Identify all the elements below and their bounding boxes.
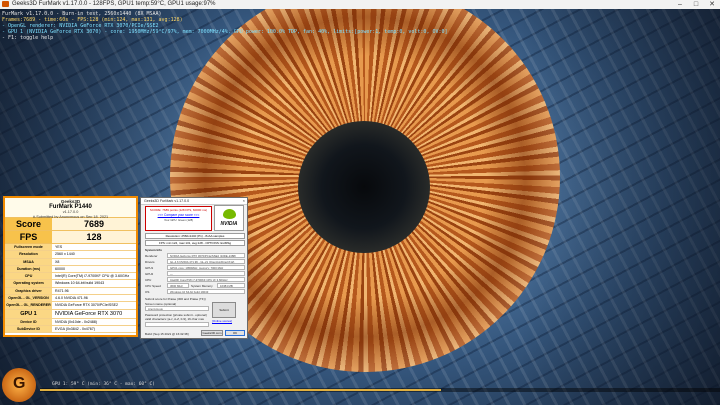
score-row: Score 7689 — [5, 218, 136, 231]
your-gpu-line: Your GPU: Green (128) — [163, 218, 194, 222]
info-row: OpenGL - GL_VERSION 4.6.0 NVIDIA 471.96 — [5, 295, 136, 303]
submit-score-text: Submit score for Praise (300 and Praise … — [145, 297, 206, 301]
fps-label: FPS — [5, 231, 52, 243]
info-key: SubDevice ID — [5, 325, 52, 333]
maximize-icon[interactable]: □ — [688, 0, 704, 9]
info-value: YES — [55, 245, 63, 249]
fur-donut-center — [298, 121, 430, 253]
gpu1-label: GPU1 — [145, 266, 154, 270]
gpu-key: GPU 1 — [5, 309, 52, 318]
info-row: Device ID NVIDIA (0x10de - 0x2488) — [5, 318, 136, 326]
gpu1-field: GPU1 core: 1950MHz, memory: 7000 MHz — [167, 265, 245, 270]
score-panel: Geeks3D FurMark P1440 v1.17.0.0 #-Submit… — [3, 196, 138, 337]
fps-value: 128 — [52, 231, 136, 243]
gpu2-field: — — [167, 271, 245, 276]
score-summary-box: SCORE: 7689 points (128 FPS, 60000 ms) >… — [145, 206, 212, 231]
drivers-label: Drivers — [145, 260, 155, 264]
info-row: Resolution 2560 x 1440 — [5, 251, 136, 259]
info-row: MSAA X8 — [5, 258, 136, 266]
minimize-icon[interactable]: – — [672, 0, 688, 9]
nvidia-eye-icon — [223, 209, 236, 219]
info-value: R471.96 — [55, 288, 69, 293]
info-value: EVGA (0x3842 - 0x4767) — [55, 326, 95, 331]
info-key: Device ID — [5, 318, 52, 325]
score-panel-header: Geeks3D FurMark P1440 v1.17.0.0 #-Submit… — [5, 198, 136, 219]
nvidia-logo: NVIDIA — [214, 205, 244, 231]
info-key: OpenGL - GL_RENDERER — [5, 302, 52, 309]
info-key: Graphics driver — [5, 287, 52, 295]
os-label: OS — [145, 290, 150, 294]
info-value: 2560 x 1440 — [55, 252, 75, 257]
gpu-temp-label: GPU 1: 59° C (min: 36° C - max: 60° C) — [52, 382, 155, 387]
drivers-field: GL-4.6 NVIDIA 471.96 - GL-21 (OpenGL/Dir… — [167, 259, 245, 264]
dialog-title: Geeks3D FurMark v1.17.0.0 — [144, 199, 190, 203]
info-row: Duration (ms) 60000 — [5, 265, 136, 274]
info-value: NVIDIA GeForce RTX 3070/PCIe/SSE2 — [55, 303, 119, 308]
osd-overlay: FurMark v1.17.0.0 - Burn-in test, 2560x1… — [2, 11, 448, 41]
info-value: 4.6.0 NVIDIA 471.96 — [55, 296, 88, 301]
resolution-line: Resolution: 2560x1440 (P1) - 8xAA sample… — [145, 233, 245, 239]
submit-button[interactable]: Submit — [212, 302, 236, 318]
cpu-field: Intel(R) Core(TM) i7-9700KF CPU @ 3.60GH… — [167, 277, 245, 282]
compare-score-link[interactable]: >>> Compare your score <<< — [146, 213, 211, 217]
fps-line: FPS: min:124, max:131, avg:128 - OPTIONS… — [145, 240, 245, 246]
info-key: CPU — [5, 273, 52, 280]
info-key: Duration (ms) — [5, 265, 52, 273]
gpu-value: NVIDIA GeForce RTX 3070 — [55, 310, 123, 317]
info-key: Resolution — [5, 251, 52, 258]
system-memory-label: System Memory — [191, 284, 213, 288]
cpu-speed-label: CPU Speed — [145, 284, 161, 288]
info-key: OpenGL - GL_VERSION — [5, 295, 52, 302]
password-hint: valid characters: [a-z, A-Z, 0-9], 16 ch… — [145, 317, 205, 321]
dialog-titlebar: Geeks3D FurMark v1.17.0.0 × — [141, 198, 247, 205]
gpu2-label: GPU2 — [145, 272, 154, 276]
os-field: Windows 10 64-bit build 19043 — [167, 289, 245, 294]
dialog-close-icon[interactable]: × — [243, 198, 245, 204]
geeks3d-button[interactable]: Geeks3D.com — [201, 330, 223, 336]
cpu-speed-field: 3600 MHz — [167, 283, 189, 288]
build-info: Build: [Sep 15 2021 @ 16:32:38] — [145, 332, 189, 336]
furmark-logo: G — [2, 368, 36, 402]
info-value: Intel(R) Core(TM) i7-9700KF CPU @ 3.60GH… — [55, 274, 130, 279]
score-label: Score — [5, 218, 52, 230]
info-value: 60000 — [55, 266, 65, 271]
system-memory-field: 16384 MB — [217, 283, 245, 288]
system-info-heading: System Info — [145, 248, 163, 252]
ok-button[interactable]: OK — [225, 330, 245, 336]
info-row: SubDevice ID EVGA (0x3842 - 0x4767) — [5, 325, 136, 334]
info-row: OpenGL - GL_RENDERER NVIDIA GeForce RTX 3… — [5, 302, 136, 310]
score-value: 7689 — [52, 218, 136, 230]
results-dialog: Geeks3D FurMark v1.17.0.0 × SCORE: 7689 … — [140, 197, 248, 339]
fps-row: FPS 128 — [5, 231, 136, 244]
info-key: MSAA — [5, 258, 52, 265]
cpu-label: CPU — [145, 278, 152, 282]
info-row: CPU Intel(R) Core(TM) i7-9700KF CPU @ 3.6… — [5, 273, 136, 281]
info-key: Operating system — [5, 280, 52, 287]
score-summary-line: SCORE: 7689 points (128 FPS, 60000 ms) — [149, 208, 208, 212]
gpu-row: GPU 1 NVIDIA GeForce RTX 3070 — [5, 309, 136, 319]
password-input[interactable] — [145, 322, 209, 327]
info-value: NVIDIA (0x10de - 0x2488) — [55, 319, 97, 324]
info-key: Fullscreen mode — [5, 244, 52, 251]
osd-line-5: - F1: toggle help — [2, 35, 54, 41]
info-value: Windows 10 64-bit build 19043 — [55, 281, 105, 286]
furmark-app-icon — [2, 1, 9, 7]
window-title: Geeks3D FurMark v1.17.0.0 - 128FPS, GPU1… — [12, 1, 216, 7]
renderer-label: Renderer — [145, 254, 158, 258]
online-scores-link[interactable]: [Online scores] — [212, 319, 232, 323]
screen-name-input[interactable]: Anonymous — [145, 306, 209, 311]
renderer-field: NVIDIA GeForce RTX 3070/PCIe/SSE2 (10DE-… — [167, 253, 245, 258]
info-row: Graphics driver R471.96 — [5, 287, 136, 296]
gpu-temp-bar — [40, 388, 720, 392]
info-value: X8 — [55, 259, 60, 264]
osd-line-4: - GPU 1 (NVIDIA GeForce RTX 3070) - core… — [2, 29, 448, 35]
info-row: Operating system Windows 10 64-bit build … — [5, 280, 136, 288]
close-icon[interactable]: ✕ — [704, 0, 720, 9]
info-row: Fullscreen mode YES — [5, 244, 136, 252]
gpu-temp-fill — [40, 389, 442, 391]
